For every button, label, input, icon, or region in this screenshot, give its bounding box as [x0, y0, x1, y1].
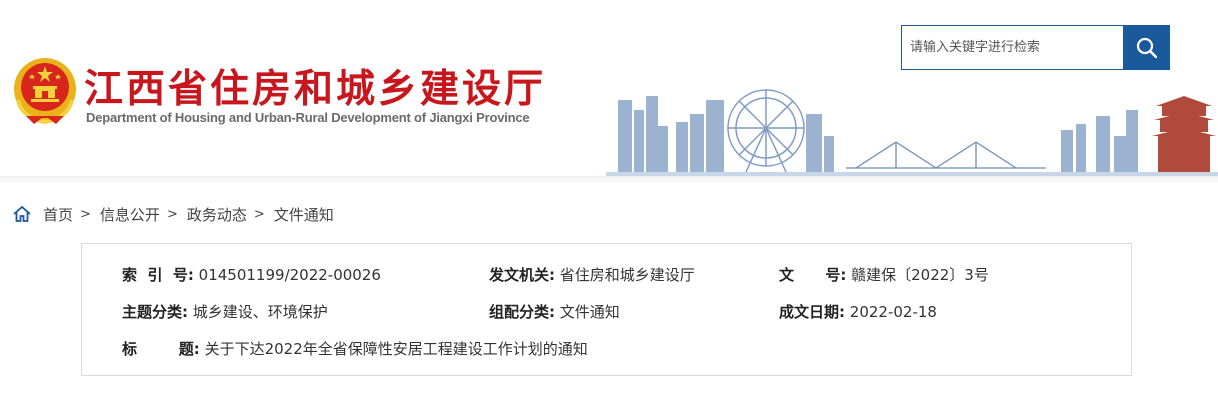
search-input[interactable] [902, 26, 1123, 69]
date-label: 成文日期: [779, 303, 845, 321]
search-icon [1136, 37, 1157, 58]
issuer-field: 发文机关: 省住房和城乡建设厅 [489, 264, 695, 285]
site-subtitle: Department of Housing and Urban-Rural De… [86, 110, 530, 125]
breadcrumb: 首页 > 信息公开 > 政务动态 > 文件通知 [12, 203, 334, 225]
breadcrumb-separator: > [166, 206, 178, 222]
index-number-field: 索 引 号: 014501199/2022-00026 [122, 264, 381, 285]
topic-field: 主题分类: 城乡建设、环境保护 [122, 301, 328, 322]
site-title: 江西省住房和城乡建设厅 [84, 67, 547, 112]
search-button[interactable] [1123, 25, 1170, 70]
breadcrumb-separator: > [80, 206, 91, 222]
date-field: 成文日期: 2022-02-18 [779, 301, 937, 322]
header-divider [0, 176, 1218, 184]
topic-value: 城乡建设、环境保护 [192, 303, 328, 321]
issuer-label: 发文机关: [489, 266, 555, 284]
breadcrumb-info-disclosure[interactable]: 信息公开 [100, 204, 160, 225]
breadcrumb-file-notice[interactable]: 文件通知 [274, 204, 334, 225]
search-box [901, 25, 1123, 70]
breadcrumb-government-news[interactable]: 政务动态 [187, 204, 247, 225]
title-label: 标 题: [122, 340, 200, 358]
index-number-label: 索 引 号: [122, 266, 194, 284]
document-info-panel: 索 引 号: 014501199/2022-00026 发文机关: 省住房和城乡… [81, 243, 1132, 376]
breadcrumb-separator: > [253, 206, 265, 222]
title-field: 标 题: 关于下达2022年全省保障性安居工程建设工作计划的通知 [122, 338, 588, 359]
breadcrumb-home[interactable]: 首页 [43, 204, 73, 225]
city-skyline-illustration [606, 89, 1218, 178]
doc-number-field: 文 号: 赣建保〔2022〕3号 [779, 264, 989, 285]
national-emblem-icon [14, 58, 76, 125]
title-value: 关于下达2022年全省保障性安居工程建设工作计划的通知 [204, 340, 588, 358]
home-icon[interactable] [12, 204, 32, 224]
category-value: 文件通知 [559, 303, 620, 321]
index-number-value: 014501199/2022-00026 [198, 266, 381, 284]
category-field: 组配分类: 文件通知 [489, 301, 620, 322]
date-value: 2022-02-18 [849, 303, 937, 321]
doc-number-label: 文 号: [779, 266, 847, 284]
issuer-value: 省住房和城乡建设厅 [559, 266, 695, 284]
site-header: 江西省住房和城乡建设厅 Department of Housing and Ur… [0, 0, 1218, 178]
topic-label: 主题分类: [122, 303, 188, 321]
doc-number-value: 赣建保〔2022〕3号 [851, 266, 989, 284]
category-label: 组配分类: [489, 303, 555, 321]
